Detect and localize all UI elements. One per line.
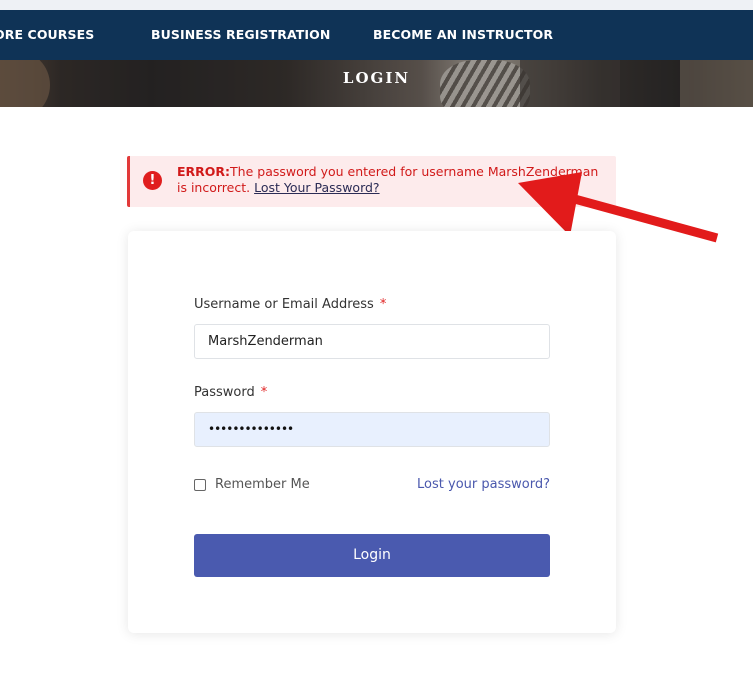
remember-me-checkbox[interactable] bbox=[194, 478, 206, 491]
password-label: Password * bbox=[194, 385, 267, 400]
remember-me-label: Remember Me bbox=[215, 477, 310, 492]
hero-banner: LOGIN bbox=[0, 60, 753, 107]
login-card: Username or Email Address * MarshZenderma… bbox=[128, 231, 616, 633]
required-mark: * bbox=[260, 385, 268, 400]
password-input[interactable]: •••••••••••••• bbox=[194, 412, 550, 447]
username-label-text: Username or Email Address bbox=[194, 297, 374, 312]
error-lost-password-link[interactable]: Lost Your Password? bbox=[254, 180, 379, 195]
nav-item-become-instructor[interactable]: BECOME AN INSTRUCTOR bbox=[373, 27, 553, 42]
nav-item-explore-courses[interactable]: ORE COURSES bbox=[0, 27, 94, 42]
username-label: Username or Email Address * bbox=[194, 297, 386, 312]
error-label: ERROR: bbox=[177, 164, 231, 179]
exclamation-circle-icon: ! bbox=[143, 171, 162, 190]
lost-password-link[interactable]: Lost your password? bbox=[417, 477, 550, 492]
login-button[interactable]: Login bbox=[194, 534, 550, 577]
main-nav: ORE COURSES BUSINESS REGISTRATION BECOME… bbox=[0, 10, 753, 60]
page-title: LOGIN bbox=[342, 69, 411, 87]
remember-me: Remember Me bbox=[194, 477, 310, 492]
password-label-text: Password bbox=[194, 385, 255, 400]
top-strip bbox=[0, 0, 753, 10]
required-mark: * bbox=[379, 297, 387, 312]
username-input[interactable]: MarshZenderman bbox=[194, 324, 550, 359]
nav-item-business-registration[interactable]: BUSINESS REGISTRATION bbox=[151, 27, 330, 42]
